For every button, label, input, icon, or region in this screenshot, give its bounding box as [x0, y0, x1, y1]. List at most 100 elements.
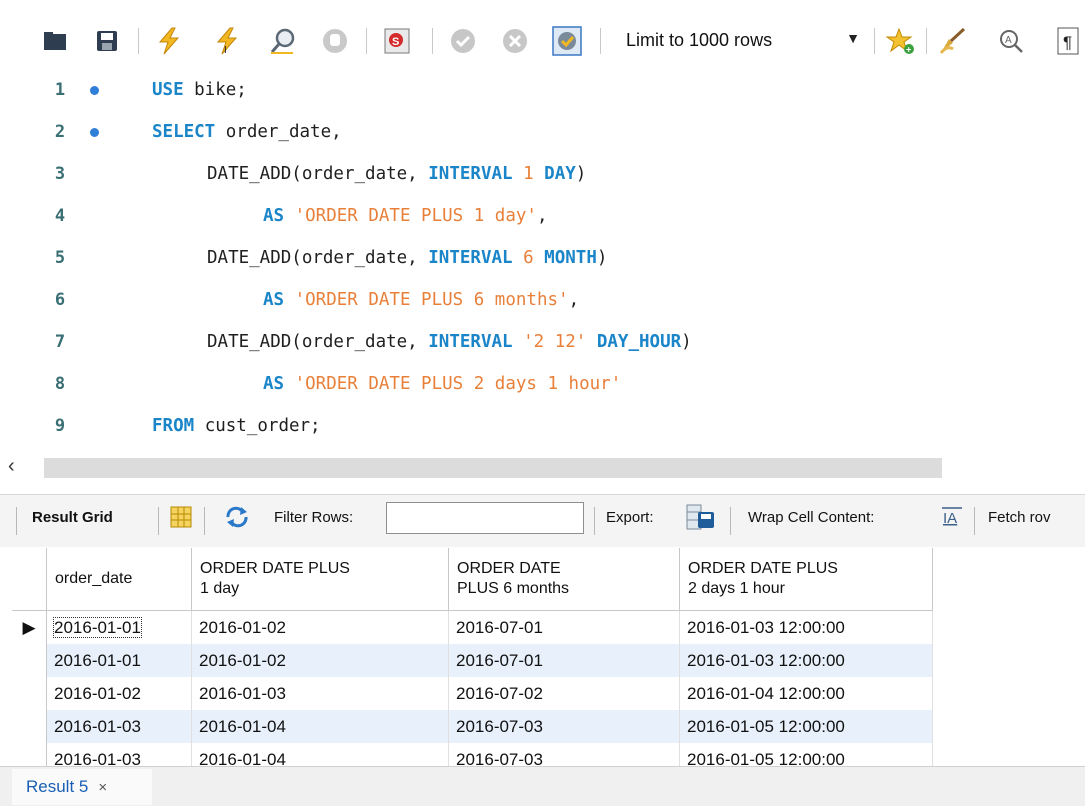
table-cell[interactable]: 2016-01-05 12:00:00	[679, 710, 933, 743]
keyword: SELECT	[152, 122, 216, 142]
column-header-label: ORDER DATE PLUS	[688, 560, 838, 577]
column-header-order-date[interactable]: order_date	[46, 548, 192, 611]
toggle-error-icon[interactable]: S	[380, 24, 414, 58]
svg-text:¶: ¶	[1063, 33, 1072, 52]
table-cell[interactable]: 2016-07-03	[448, 710, 680, 743]
refresh-icon[interactable]	[224, 506, 250, 532]
column-header-label: ORDER DATE PLUS	[200, 560, 350, 577]
table-row[interactable]: 2016-01-03 2016-01-04 2016-07-03 2016-01…	[12, 743, 933, 768]
execute-icon[interactable]	[152, 24, 186, 58]
table-cell[interactable]: 2016-01-01	[46, 610, 192, 644]
close-icon[interactable]: ×	[98, 779, 107, 796]
code-text: AS 'ORDER DATE PLUS 6 months',	[263, 290, 579, 310]
chevron-down-icon: ▼	[846, 30, 860, 46]
row-selector[interactable]	[12, 710, 47, 743]
export-icon[interactable]	[686, 504, 716, 534]
keyword: AS	[263, 374, 285, 394]
code-token: order_date,	[215, 122, 342, 142]
number-literal: 1	[512, 164, 545, 184]
rollback-icon[interactable]	[498, 24, 532, 58]
line-number: 3	[54, 164, 66, 184]
result-tabs-bar: Result 5 ×	[0, 766, 1085, 806]
header-row: order_date ORDER DATE PLUS 1 day ORDER DA…	[12, 548, 933, 611]
horizontal-scrollbar[interactable]: ‹	[0, 452, 1085, 482]
code-text: DATE_ADD(order_date, INTERVAL 1 DAY)	[207, 164, 586, 184]
table-cell[interactable]: 2016-07-01	[448, 644, 680, 677]
table-cell[interactable]: 2016-01-04	[191, 710, 449, 743]
filter-rows-input[interactable]	[386, 502, 584, 534]
table-cell[interactable]: 2016-01-02	[46, 677, 192, 710]
row-selector[interactable]	[12, 677, 47, 710]
wrap-cell-icon[interactable]: IA	[940, 505, 964, 533]
line-number: 4	[54, 206, 66, 226]
commit-icon[interactable]	[446, 24, 480, 58]
table-cell[interactable]: 2016-01-04 12:00:00	[679, 677, 933, 710]
table-cell[interactable]: 2016-01-03	[191, 677, 449, 710]
table-cell[interactable]: 2016-01-03 12:00:00	[679, 644, 933, 677]
filter-rows-label: Filter Rows:	[274, 509, 354, 526]
line-number: 1	[54, 80, 66, 100]
result-grid[interactable]: order_date ORDER DATE PLUS 1 day ORDER DA…	[12, 548, 1085, 768]
table-cell[interactable]: 2016-01-03 12:00:00	[679, 610, 933, 644]
table-cell[interactable]: 2016-01-01	[46, 644, 192, 677]
table-cell[interactable]: 2016-07-01	[448, 610, 680, 644]
code-token: ,	[568, 290, 580, 310]
open-folder-icon[interactable]	[38, 24, 72, 58]
keyword: AS	[263, 290, 285, 310]
column-header-label: 2 days 1 hour	[688, 580, 785, 597]
table-row[interactable]: ▶ 2016-01-01 2016-01-02 2016-07-01 2016-…	[12, 610, 933, 644]
stop-icon[interactable]	[318, 24, 352, 58]
column-header-plus-6-months[interactable]: ORDER DATE PLUS 6 months	[448, 548, 680, 611]
tab-result-5[interactable]: Result 5 ×	[12, 769, 152, 805]
beautify-icon[interactable]	[936, 24, 970, 58]
column-header-plus-2-days[interactable]: ORDER DATE PLUS 2 days 1 hour	[679, 548, 933, 611]
bookmark-add-icon[interactable]: +	[884, 24, 918, 58]
current-row-icon: ▶	[12, 610, 47, 644]
execute-current-icon[interactable]: I	[210, 24, 244, 58]
svg-text:IA: IA	[943, 510, 957, 527]
code-token: DATE_ADD(order_date,	[207, 332, 429, 352]
result-grid-button[interactable]: Result Grid	[32, 509, 113, 526]
table-cell[interactable]: 2016-01-05 12:00:00	[679, 743, 933, 768]
table-cell[interactable]: 2016-01-02	[191, 610, 449, 644]
form-editor-icon[interactable]	[170, 506, 192, 532]
find-icon[interactable]: A	[994, 24, 1028, 58]
code-line: 2 SELECT order_date,	[0, 112, 1085, 152]
table-row[interactable]: 2016-01-01 2016-01-02 2016-07-01 2016-01…	[12, 644, 933, 677]
svg-text:A: A	[1005, 35, 1012, 46]
table-row[interactable]: 2016-01-03 2016-01-04 2016-07-03 2016-01…	[12, 710, 933, 743]
code-token: bike;	[183, 80, 247, 100]
code-line: 8 AS 'ORDER DATE PLUS 2 days 1 hour'	[0, 364, 1085, 404]
string-literal: 'ORDER DATE PLUS 6 months'	[284, 290, 569, 310]
code-line: 1 USE bike;	[0, 70, 1085, 110]
column-header-plus-1-day[interactable]: ORDER DATE PLUS 1 day	[191, 548, 449, 611]
explain-icon[interactable]	[266, 24, 300, 58]
table-cell[interactable]: 2016-01-02	[191, 644, 449, 677]
save-icon[interactable]	[90, 24, 124, 58]
column-header-label: PLUS 6 months	[457, 580, 570, 597]
statement-marker-icon	[90, 86, 99, 95]
code-token: DATE_ADD(order_date,	[207, 248, 429, 268]
scrollbar-thumb[interactable]	[44, 458, 942, 478]
table-cell[interactable]: 2016-01-03	[46, 710, 192, 743]
limit-rows-select[interactable]: Limit to 1000 rows ▼	[610, 22, 860, 58]
row-selector-header[interactable]	[12, 548, 47, 611]
scroll-left-icon[interactable]: ‹	[8, 455, 15, 478]
code-line: 7 DATE_ADD(order_date, INTERVAL '2 12' D…	[0, 322, 1085, 362]
line-number: 5	[54, 248, 66, 268]
code-token: )	[681, 332, 692, 352]
table-cell[interactable]: 2016-01-03	[46, 743, 192, 768]
statement-marker-icon	[90, 128, 99, 137]
row-selector[interactable]	[12, 644, 47, 677]
autocommit-icon[interactable]	[550, 24, 584, 58]
table-cell[interactable]: 2016-07-02	[448, 677, 680, 710]
table-cell[interactable]: 2016-01-04	[191, 743, 449, 768]
row-selector[interactable]	[12, 743, 47, 768]
invisible-chars-icon[interactable]: ¶	[1050, 24, 1084, 58]
table-row[interactable]: 2016-01-02 2016-01-03 2016-07-02 2016-01…	[12, 677, 933, 710]
table-cell[interactable]: 2016-07-03	[448, 743, 680, 768]
code-token: )	[575, 164, 587, 184]
keyword: INTERVAL	[428, 332, 513, 352]
sql-editor[interactable]: 1 USE bike; 2 SELECT order_date, 3 DATE_…	[0, 70, 1085, 450]
keyword: MONTH	[544, 248, 597, 268]
